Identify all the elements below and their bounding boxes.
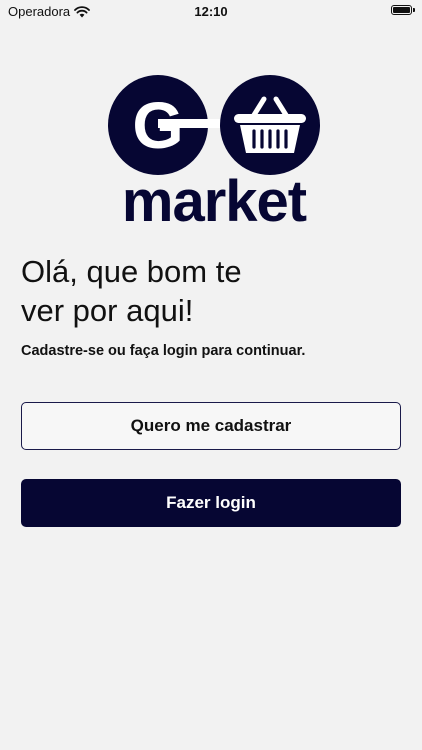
login-button[interactable]: Fazer login — [21, 479, 401, 527]
logo-basket-circle — [220, 75, 320, 175]
subtitle-text: Cadastre-se ou faça login para continuar… — [21, 343, 306, 359]
greeting-heading: Olá, que bom te ver por aqui! — [21, 254, 242, 328]
status-time: 12:10 — [194, 4, 228, 19]
register-button-label: Quero me cadastrar — [130, 416, 292, 435]
status-bar: Operadora 12:10 — [0, 0, 422, 24]
go-market-logo: G market — [108, 75, 320, 225]
login-button-label: Fazer login — [166, 493, 256, 512]
register-button[interactable]: Quero me cadastrar — [21, 402, 401, 450]
logo-wordmark: market — [122, 169, 307, 225]
battery-icon — [391, 5, 415, 15]
